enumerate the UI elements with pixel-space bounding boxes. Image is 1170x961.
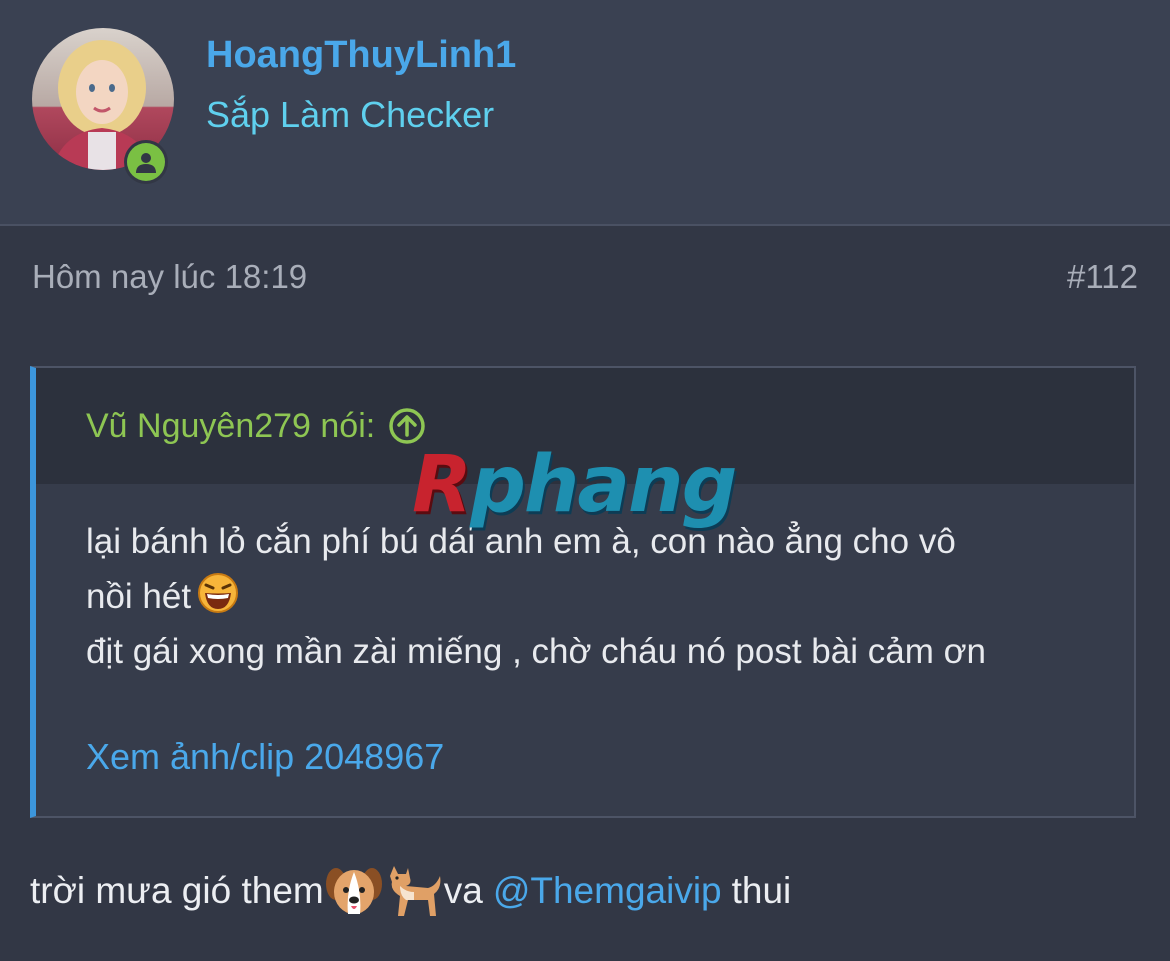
online-user-icon [136, 153, 156, 173]
reply-text-mid: va [443, 870, 483, 911]
reply-message: trời mưa gió them va @Themgaivip thui [30, 862, 791, 920]
watermark-logo: Rphang [412, 440, 737, 530]
user-mention[interactable]: @Themgaivip [493, 870, 722, 912]
quote-line: địt gái xong mần zài miếng , chờ cháu nó… [86, 632, 987, 671]
quote-line-text: nồi hét [86, 577, 192, 616]
post-number[interactable]: #112 [1067, 258, 1138, 296]
reply-text-before: trời mưa gió them [30, 870, 324, 911]
quote-block: Vũ Nguyên279 nói: lại bánh lỏ cắn phí bú… [30, 366, 1136, 818]
watermark-rest: phang [470, 440, 737, 530]
user-header: HoangThuyLinh1 Sắp Làm Checker [0, 0, 1170, 226]
user-title: Sắp Làm Checker [206, 94, 495, 135]
dog-face-emoji-icon [325, 868, 382, 914]
watermark-first-letter: R [412, 440, 472, 530]
username[interactable]: HoangThuyLinh1 [206, 34, 516, 77]
post-meta: Hôm nay lúc 18:19 #112 [32, 258, 1138, 296]
post-timestamp[interactable]: Hôm nay lúc 18:19 [32, 258, 307, 296]
quote-line: nồi hét [86, 569, 1084, 624]
online-status [124, 140, 168, 184]
laughing-emoji-icon [198, 573, 239, 613]
quote-author[interactable]: Vũ Nguyên279 nói: [86, 407, 375, 446]
dog-emoji-icon [389, 866, 441, 916]
view-media-link[interactable]: Xem ảnh/clip 2048967 [86, 736, 444, 778]
reply-text-after: thui [731, 870, 792, 911]
